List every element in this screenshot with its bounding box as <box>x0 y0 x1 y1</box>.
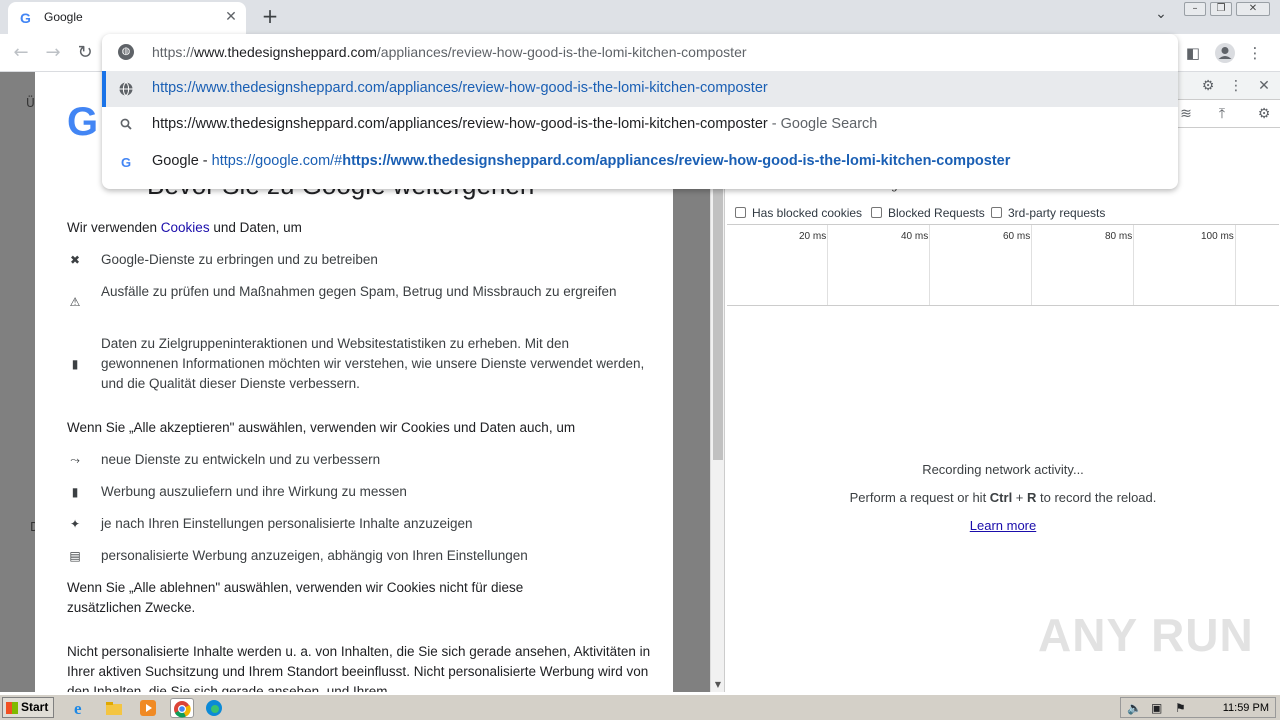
edge-icon[interactable] <box>204 698 224 718</box>
sparkle-icon: ✦ <box>69 517 81 531</box>
volume-icon[interactable]: 🔈 <box>1127 701 1142 715</box>
checkbox-box[interactable] <box>991 207 1002 218</box>
checkbox-box[interactable] <box>871 207 882 218</box>
google-icon: G <box>120 155 132 170</box>
suggestion-text: Google - https://google.com/#https://www… <box>152 153 1011 169</box>
search-icon <box>118 118 134 134</box>
nonpersonal-text: Nicht personalisierte Inhalte werden u. … <box>67 644 651 692</box>
tab-google[interactable]: G Google ✕ <box>8 2 246 34</box>
has-blocked-cookies-checkbox[interactable]: Has blocked cookies <box>735 206 862 220</box>
consent-list-item: ▮ Werbung auszuliefern und ihre Wirkung … <box>67 482 647 502</box>
wrench-icon: ✖ <box>69 253 81 267</box>
learn-more-link[interactable]: Learn more <box>970 518 1036 533</box>
blocked-requests-checkbox[interactable]: Blocked Requests <box>871 206 985 220</box>
recording-status: Recording network activity... <box>922 462 1084 477</box>
system-tray: 🔈 ▣ ⚑ 11:59 PM <box>1120 697 1276 718</box>
google-logo: G <box>67 100 99 144</box>
network-icon[interactable]: ▣ <box>1151 701 1162 715</box>
menu-icon[interactable]: ⋮ <box>1244 42 1266 64</box>
minimize-button[interactable]: – <box>1184 2 1206 16</box>
back-button[interactable]: ← <box>10 42 32 64</box>
suggestion-search[interactable]: https://www.thedesignsheppard.com/applia… <box>102 107 1178 143</box>
request-filter-checkboxes: Has blocked cookies Blocked Requests 3rd… <box>725 202 1280 224</box>
more-options-icon[interactable]: ⋮ <box>1227 77 1245 95</box>
profile-avatar-icon[interactable] <box>1214 42 1236 64</box>
bar-chart-icon: ▮ <box>71 357 79 371</box>
timeline-gridline <box>1031 225 1032 305</box>
consent-list-item: ✖ Google-Dienste zu erbringen und zu bet… <box>67 250 647 270</box>
timeline-tick-label: 100 ms <box>1201 231 1234 242</box>
suggestion-text: https://www.thedesignsheppard.com/applia… <box>152 80 768 96</box>
timeline-gridline <box>1235 225 1236 305</box>
address-input[interactable]: https://www.thedesignsheppard.com/applia… <box>152 44 747 60</box>
consent-list-item: ⤳ neue Dienste zu entwickeln und zu verb… <box>67 450 647 470</box>
side-panel-icon[interactable]: ◧ <box>1182 42 1204 64</box>
forward-button[interactable]: → <box>42 42 64 64</box>
action-center-flag-icon[interactable]: ⚑ <box>1175 701 1186 715</box>
media-player-icon[interactable] <box>138 698 158 718</box>
close-devtools-icon[interactable]: ✕ <box>1255 77 1273 95</box>
windows-logo-icon <box>6 702 18 714</box>
timeline-tick-label: 80 ms <box>1105 231 1133 242</box>
site-info-icon[interactable]: ◍ <box>118 44 134 60</box>
address-bar[interactable]: ◍ https://www.thedesignsheppard.com/appl… <box>102 34 1178 70</box>
warning-icon: ⚠ <box>69 295 81 309</box>
consent-list-item: ✦ je nach Ihren Einstellungen personalis… <box>67 514 647 534</box>
taskbar: Start e 🔈 ▣ ⚑ 11:59 PM <box>0 694 1280 720</box>
accept-heading: Wenn Sie „Alle akzeptieren" auswählen, v… <box>67 420 576 435</box>
close-window-button[interactable]: ✕ <box>1236 2 1270 16</box>
consent-intro: Wir verwenden Cookies und Daten, um <box>67 220 302 235</box>
timeline-tick-label: 40 ms <box>901 231 929 242</box>
cookies-link[interactable]: Cookies <box>161 220 210 235</box>
screen: G Google ✕ + ⌄ – ❐ ✕ ← → ↻ ◧ ⋮ Ü D G Bev… <box>0 0 1280 720</box>
consent-list-item: ⚠ Ausfälle zu prüfen und Maßnahmen gegen… <box>67 282 647 309</box>
start-button[interactable]: Start <box>2 697 54 718</box>
consent-list-item: ▤ personalisierte Werbung anzuzeigen, ab… <box>67 546 647 566</box>
network-settings-icon[interactable]: ⚙ <box>1255 105 1273 123</box>
explorer-folder-icon[interactable] <box>104 698 124 718</box>
network-overview-timeline: 20 ms 40 ms 60 ms 80 ms 100 ms <box>727 224 1279 306</box>
trend-icon: ⤳ <box>70 453 80 467</box>
tab-strip: G Google ✕ + ⌄ – ❐ ✕ <box>0 0 1280 34</box>
settings-icon[interactable]: ⚙ <box>1199 77 1217 95</box>
upload-icon[interactable]: ⤒ <box>1213 105 1231 123</box>
bar-chart-icon: ▮ <box>71 485 79 499</box>
tab-title: Google <box>44 10 83 24</box>
restore-button[interactable]: ❐ <box>1210 2 1232 16</box>
reload-hint: Perform a request or hit Ctrl + R to rec… <box>849 490 1157 505</box>
timeline-gridline <box>929 225 930 305</box>
ie-icon[interactable]: e <box>70 698 90 718</box>
consent-list-item: ▮ Daten zu Zielgruppeninteraktionen und … <box>67 334 647 394</box>
timeline-gridline <box>827 225 828 305</box>
scroll-down-arrow-icon[interactable]: ▼ <box>711 680 725 690</box>
suggestion-url[interactable]: https://www.thedesignsheppard.com/applia… <box>102 71 1178 107</box>
suggestion-google[interactable]: G Google - https://google.com/#https://w… <box>102 144 1178 180</box>
svg-text:e: e <box>74 699 82 718</box>
checkbox-box[interactable] <box>735 207 746 218</box>
new-tab-button[interactable]: + <box>258 4 282 28</box>
tab-close-icon[interactable]: ✕ <box>222 8 240 26</box>
reload-button[interactable]: ↻ <box>74 42 96 64</box>
network-conditions-icon[interactable]: ≋ <box>1177 105 1195 123</box>
chrome-icon[interactable] <box>170 698 194 718</box>
timeline-tick-label: 20 ms <box>799 231 827 242</box>
timeline-gridline <box>1133 225 1134 305</box>
reject-text: Wenn Sie „Alle ablehnen" auswählen, verw… <box>67 580 524 615</box>
tab-search-icon[interactable]: ⌄ <box>1150 6 1172 28</box>
globe-icon <box>118 82 134 98</box>
google-favicon-icon: G <box>20 10 31 26</box>
background-text: Ü <box>26 96 35 110</box>
omnibox-dropdown: ◍ https://www.thedesignsheppard.com/appl… <box>102 34 1178 189</box>
ad-icon: ▤ <box>69 549 81 563</box>
suggestion-text: https://www.thedesignsheppard.com/applia… <box>152 116 878 132</box>
timeline-tick-label: 60 ms <box>1003 231 1031 242</box>
third-party-requests-checkbox[interactable]: 3rd-party requests <box>991 206 1105 220</box>
anyrun-watermark: ANY RUN <box>1038 609 1254 661</box>
network-empty-state: Recording network activity... Perform a … <box>725 460 1280 544</box>
clock: 11:59 PM <box>1222 702 1269 714</box>
